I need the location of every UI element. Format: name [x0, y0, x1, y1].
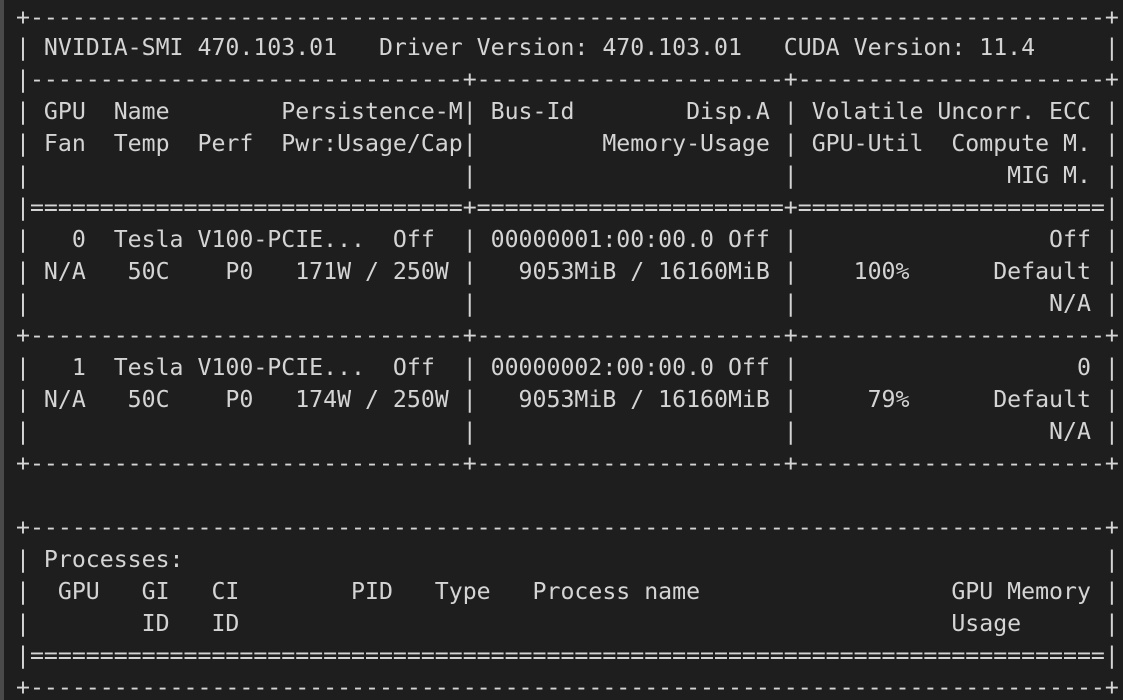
terminal-window[interactable]: +---------------------------------------… — [0, 0, 1123, 700]
gpu-1-row-1: | 1 Tesla V100-PCIE... Off | 00000002:00… — [16, 354, 1119, 381]
window-edge — [0, 0, 4, 700]
table-border-top: +---------------------------------------… — [16, 4, 1119, 31]
processes-title: | Processes: | — [16, 546, 1119, 573]
column-header-line-2: | Fan Temp Perf Pwr:Usage/Cap| Memory-Us… — [16, 130, 1119, 157]
header-separator: |-------------------------------+-------… — [16, 66, 1119, 93]
gpu-1-row-3: | | | N/A | — [16, 418, 1119, 445]
processes-border-top: +---------------------------------------… — [16, 514, 1119, 541]
gpu-0-row-1: | 0 Tesla V100-PCIE... Off | 00000001:00… — [16, 226, 1119, 253]
gpu-0-row-3: | | | N/A | — [16, 290, 1119, 317]
gpu-1-row-2: | N/A 50C P0 174W / 250W | 9053MiB / 161… — [16, 386, 1119, 413]
gpu-table-border-bottom: +-------------------------------+-------… — [16, 450, 1119, 477]
processes-double-rule: |=======================================… — [16, 642, 1119, 669]
column-header-line-1: | GPU Name Persistence-M| Bus-Id Disp.A … — [16, 98, 1119, 125]
gpu-separator: +-------------------------------+-------… — [16, 322, 1119, 349]
version-header-line: | NVIDIA-SMI 470.103.01 Driver Version: … — [16, 34, 1119, 61]
header-double-rule: |===============================+=======… — [16, 194, 1119, 221]
processes-header-2: | ID ID Usage | — [16, 610, 1119, 637]
processes-header-1: | GPU GI CI PID Type Process name GPU Me… — [16, 578, 1119, 605]
column-header-line-3: | | | MIG M. | — [16, 162, 1119, 189]
processes-border-bottom: +---------------------------------------… — [16, 674, 1119, 700]
gpu-0-row-2: | N/A 50C P0 171W / 250W | 9053MiB / 161… — [16, 258, 1119, 285]
